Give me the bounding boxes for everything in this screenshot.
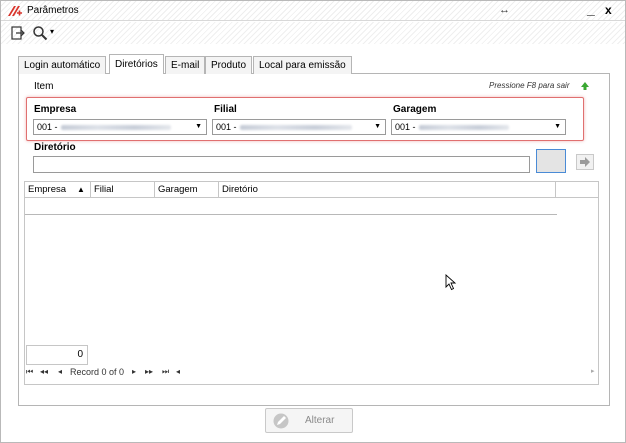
- browse-button[interactable]: [536, 149, 566, 173]
- diretorio-input[interactable]: [33, 156, 530, 173]
- alterar-button[interactable]: Alterar: [265, 408, 353, 433]
- search-dropdown-icon[interactable]: ▾: [50, 27, 54, 36]
- col-diretorio[interactable]: Diretório: [219, 182, 556, 197]
- filial-obscured: [239, 125, 352, 131]
- first-page-icon[interactable]: ⏮: [26, 367, 33, 377]
- diretorio-label: Diretório: [34, 142, 76, 153]
- next-record-icon[interactable]: ▸: [132, 367, 136, 376]
- garagem-value: 001 -: [395, 122, 416, 132]
- chevron-down-icon: ▼: [195, 123, 202, 130]
- empresa-label: Empresa: [34, 104, 77, 115]
- scroll-right-icon[interactable]: ▸: [591, 367, 595, 375]
- tab-login-automatico[interactable]: Login automático: [18, 56, 107, 74]
- alterar-label: Alterar: [305, 415, 335, 426]
- minimize-button[interactable]: _: [587, 1, 595, 17]
- empresa-select[interactable]: 001 - ▼: [33, 119, 207, 135]
- prev-record-icon[interactable]: ◂: [58, 367, 62, 376]
- chevron-down-icon: ▼: [554, 123, 561, 130]
- sort-asc-icon: ▲: [77, 185, 85, 194]
- tab-produto[interactable]: Produto: [205, 56, 253, 74]
- filial-select[interactable]: 001 - ▼: [212, 119, 386, 135]
- grid-divider: [25, 214, 557, 215]
- col-empresa[interactable]: Empresa ▲: [25, 182, 91, 197]
- up-arrow-icon[interactable]: [580, 81, 590, 91]
- parametros-window: Parâmetros ↔ _ x ▾ Login automático Dire…: [0, 0, 626, 443]
- grid-header: Empresa ▲ Filial Garagem Diretório: [25, 182, 598, 198]
- close-button[interactable]: x: [605, 3, 612, 17]
- record-navigator: ⏮ ◂◂ ◂ Record 0 of 0 ▸ ▸▸ ⏭ ◂ ▸: [26, 367, 598, 381]
- col-garagem[interactable]: Garagem: [155, 182, 219, 197]
- tab-email[interactable]: E-mail: [165, 56, 206, 74]
- resize-icon[interactable]: ↔: [499, 4, 510, 16]
- tab-local-emissao[interactable]: Local para emissão: [253, 56, 352, 74]
- scroll-left-icon[interactable]: ◂: [176, 367, 180, 376]
- toolbar: ▾: [1, 22, 625, 44]
- search-icon[interactable]: [32, 25, 48, 41]
- col-filial[interactable]: Filial: [91, 182, 155, 197]
- filial-value: 001 -: [216, 122, 237, 132]
- garagem-select[interactable]: 001 - ▼: [391, 119, 566, 135]
- window-title: Parâmetros: [27, 5, 79, 16]
- next-page-icon[interactable]: ▸▸: [145, 367, 153, 376]
- empresa-obscured: [60, 125, 171, 131]
- filial-label: Filial: [214, 104, 237, 115]
- exit-icon[interactable]: [11, 26, 25, 40]
- directories-grid: Empresa ▲ Filial Garagem Diretório: [24, 181, 599, 385]
- record-count: 0: [26, 345, 88, 365]
- hint-text: Pressione F8 para sair: [489, 81, 570, 90]
- garagem-label: Garagem: [393, 104, 437, 115]
- garagem-obscured: [418, 125, 509, 131]
- title-bar: Parâmetros ↔ _ x: [1, 1, 625, 21]
- app-logo-icon: [8, 6, 22, 16]
- mouse-cursor-icon: [445, 274, 457, 291]
- tab-diretorios[interactable]: Diretórios: [109, 54, 164, 74]
- empresa-value: 001 -: [37, 122, 58, 132]
- edit-icon: [273, 413, 289, 429]
- chevron-down-icon: ▼: [374, 123, 381, 130]
- arrow-right-icon[interactable]: [576, 154, 594, 170]
- prev-page-icon[interactable]: ◂◂: [40, 367, 48, 376]
- last-page-icon[interactable]: ⏭: [162, 367, 169, 377]
- record-status: Record 0 of 0: [70, 367, 125, 377]
- item-label: Item: [34, 81, 54, 92]
